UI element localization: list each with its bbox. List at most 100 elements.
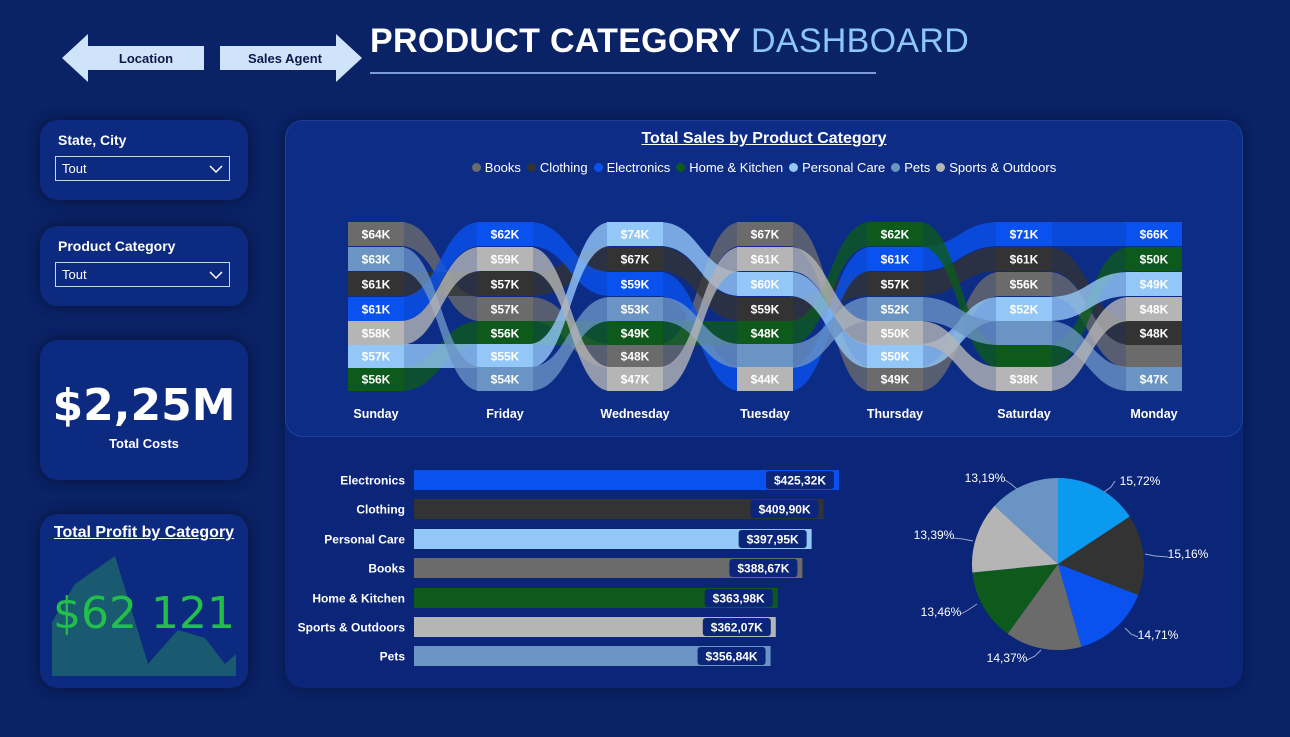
ribbon-label-electronics-6: $66K xyxy=(1130,224,1178,244)
bar-category-label: Books xyxy=(368,562,405,576)
pie-slice-label: 15,72% xyxy=(1120,474,1161,488)
ribbon-label-home-kitchen-0: $56K xyxy=(352,369,400,389)
ribbon-label-sports-outdoors-1: $59K xyxy=(481,249,529,269)
ribbon-label-clothing-2: $67K xyxy=(611,249,659,269)
svg-text:$52K: $52K xyxy=(1010,303,1039,317)
svg-text:$63K: $63K xyxy=(362,253,391,267)
bar-category-label: Clothing xyxy=(356,503,405,517)
ribbon-label-home-kitchen-1: $56K xyxy=(481,323,529,343)
bar-category-label: Pets xyxy=(380,650,406,664)
bar-value-label: $397,95K xyxy=(747,533,799,547)
total-costs-label: Total Costs xyxy=(109,436,179,451)
ribbon-label-personal-care-6: $49K xyxy=(1130,274,1178,294)
bar-category-label: Personal Care xyxy=(324,533,405,547)
svg-text:$57K: $57K xyxy=(491,278,520,292)
ribbon-label-home-kitchen-4: $62K xyxy=(871,224,919,244)
day-label-monday: Monday xyxy=(1130,407,1177,421)
pie-slice-label: 13,19% xyxy=(965,471,1006,485)
day-label-thursday: Thursday xyxy=(867,407,923,421)
ribbon-label-pets-4: $52K xyxy=(871,299,919,319)
bar-row-electronics[interactable]: Electronics $425,32K xyxy=(340,470,839,490)
ribbon-label-sports-outdoors-5: $38K xyxy=(1000,369,1048,389)
sales-agent-nav-button[interactable]: Sales Agent xyxy=(220,34,362,82)
location-nav-label: Location xyxy=(118,50,174,66)
pie-leader-line xyxy=(1144,553,1169,558)
ribbon-label-personal-care-4: $50K xyxy=(871,346,919,366)
total-costs-value: $2,25M xyxy=(52,380,236,431)
ribbon-label-clothing-5: $61K xyxy=(1000,249,1048,269)
svg-text:$48K: $48K xyxy=(621,350,650,364)
svg-text:$52K: $52K xyxy=(881,303,910,317)
state-city-dropdown[interactable]: Tout xyxy=(55,156,230,181)
total-profit-card: Total Profit by Category $62 121 xyxy=(40,514,248,688)
total-profit-title: Total Profit by Category xyxy=(53,524,235,541)
ribbon-label-personal-care-3: $60K xyxy=(741,274,789,294)
product-category-slicer: Product Category Tout xyxy=(40,226,248,306)
svg-text:$61K: $61K xyxy=(362,303,391,317)
svg-text:$55K: $55K xyxy=(491,350,520,364)
svg-text:$53K: $53K xyxy=(621,303,650,317)
ribbon-label-sports-outdoors-2: $47K xyxy=(611,369,659,389)
ribbon-label-electronics-4: $61K xyxy=(871,249,919,269)
bar-row-sports-outdoors[interactable]: Sports & Outdoors $362,07K xyxy=(298,617,776,637)
page-title: PRODUCT CATEGORY DASHBOARD xyxy=(370,18,969,64)
svg-text:$64K: $64K xyxy=(362,228,391,242)
ribbon-label-pets-2: $53K xyxy=(611,299,659,319)
ribbon-label-personal-care-2: $74K xyxy=(611,224,659,244)
svg-text:$57K: $57K xyxy=(362,350,391,364)
bar-row-personal-care[interactable]: Personal Care $397,95K xyxy=(324,529,812,549)
ribbon-label-electronics-0: $61K xyxy=(352,299,400,319)
pie-leader-line xyxy=(952,537,974,542)
pie-leader-line xyxy=(1026,649,1042,661)
svg-text:$61K: $61K xyxy=(881,253,910,267)
bar-row-pets[interactable]: Pets $356,84K xyxy=(380,646,771,666)
pie-leader-line xyxy=(1103,480,1116,493)
sales-agent-nav-label: Sales Agent xyxy=(248,50,322,66)
chevron-down-icon xyxy=(209,270,223,279)
bar-row-clothing[interactable]: Clothing $409,90K xyxy=(356,499,824,519)
ribbon-label-personal-care-0: $57K xyxy=(352,346,400,366)
bar-value-label: $388,67K xyxy=(737,562,789,576)
ribbon-label-tuesday-extra: $44K xyxy=(741,369,789,389)
ribbon-label-pets-0: $63K xyxy=(352,249,400,269)
svg-text:$67K: $67K xyxy=(621,253,650,267)
bar-row-home-kitchen[interactable]: Home & Kitchen $363,98K xyxy=(312,588,778,608)
svg-text:$58K: $58K xyxy=(362,327,391,341)
ribbon-node xyxy=(737,344,793,368)
svg-text:$56K: $56K xyxy=(491,327,520,341)
ribbon-label-electronics-1: $62K xyxy=(481,224,529,244)
pie-leader-line xyxy=(1124,627,1139,638)
bar-row-books[interactable]: Books $388,67K xyxy=(368,558,803,578)
svg-text:$57K: $57K xyxy=(491,303,520,317)
page-title-accent: DASHBOARD xyxy=(751,22,970,60)
location-nav-button[interactable]: Location xyxy=(62,34,204,82)
ribbon-label-books-1: $57K xyxy=(481,299,529,319)
state-city-label: State, City xyxy=(58,132,127,148)
svg-text:$56K: $56K xyxy=(1010,278,1039,292)
product-category-dropdown[interactable]: Tout xyxy=(55,262,230,287)
bar-value-label: $425,32K xyxy=(774,474,826,488)
pie-slice-label: 13,46% xyxy=(921,605,962,619)
state-city-value: Tout xyxy=(62,161,87,176)
sales-bar-chart: Electronics $425,32K Clothing $409,90K Perso… xyxy=(298,470,839,666)
ribbon-label-home-kitchen-6: $50K xyxy=(1130,249,1178,269)
bar-value-label: $363,98K xyxy=(713,592,765,606)
ribbon-label-home-kitchen-2: $49K xyxy=(611,323,659,343)
svg-text:$48K: $48K xyxy=(1140,327,1169,341)
ribbon-segment xyxy=(1048,222,1130,246)
bar-value-label: $409,90K xyxy=(759,503,811,517)
svg-text:$38K: $38K xyxy=(1010,373,1039,387)
total-costs-card: $2,25M Total Costs xyxy=(40,340,248,480)
pie-slice-label: 13,39% xyxy=(914,528,955,542)
ribbon-node xyxy=(996,344,1052,368)
svg-text:$49K: $49K xyxy=(621,327,650,341)
pie-slice-label: 15,16% xyxy=(1168,547,1209,561)
ribbon-label-pets-1: $54K xyxy=(481,369,529,389)
svg-text:$50K: $50K xyxy=(1140,253,1169,267)
ribbon-label-electronics-5: $71K xyxy=(1000,224,1048,244)
ribbon-label-personal-care-1: $55K xyxy=(481,346,529,366)
day-label-wednesday: Wednesday xyxy=(600,407,669,421)
svg-text:$67K: $67K xyxy=(751,228,780,242)
svg-text:$56K: $56K xyxy=(362,373,391,387)
day-label-friday: Friday xyxy=(486,407,524,421)
